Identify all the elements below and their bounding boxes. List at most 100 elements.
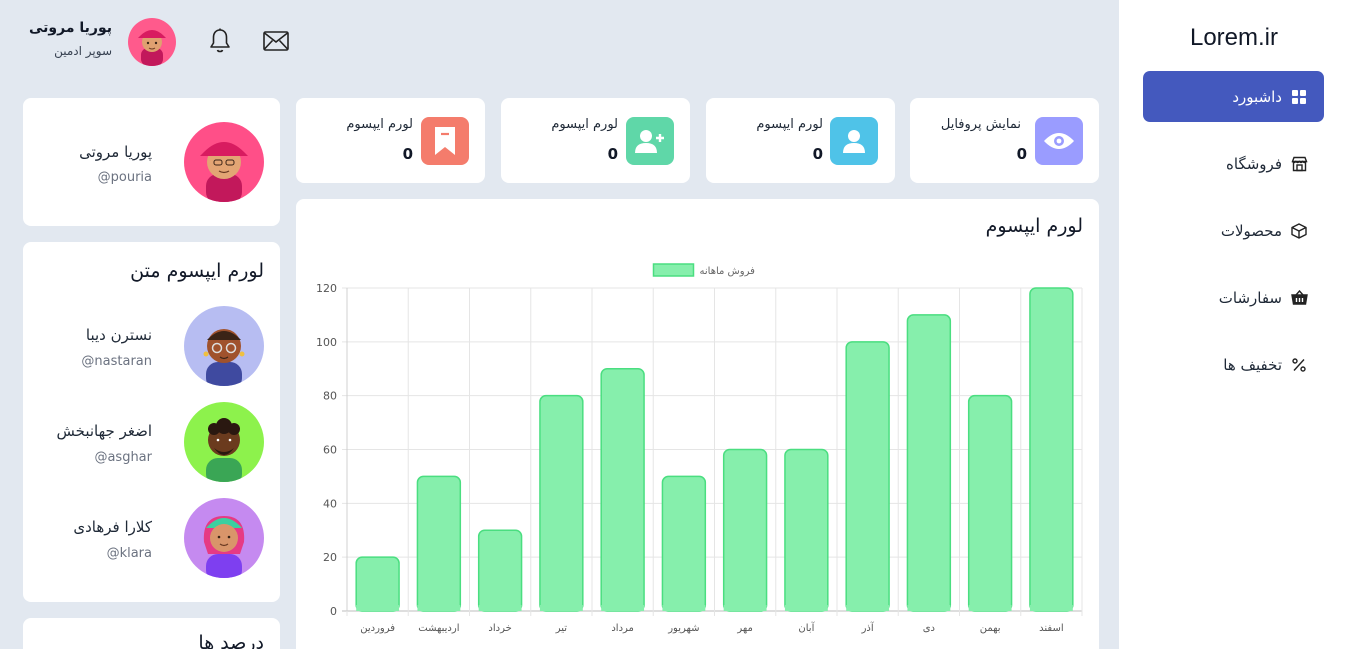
chart-bar-base (601, 605, 645, 611)
chart-bar (906, 314, 952, 612)
person-handle: @nastaran (81, 354, 152, 369)
chart-bar (845, 341, 890, 612)
x-tick-label: اسفند (1039, 623, 1063, 634)
person-name: اضغر جهانبخش (56, 422, 152, 440)
box-icon (1290, 222, 1308, 240)
profile-card: پوریا مروتی @pouria (23, 98, 280, 226)
legend-swatch (652, 263, 695, 277)
x-tick-label: آذر (861, 621, 875, 634)
sidebar-item-label: فروشگاه (1226, 154, 1282, 173)
stat-value: 0 (1016, 145, 1027, 163)
person-handle: @klara (106, 546, 152, 561)
percent-icon (1290, 356, 1308, 374)
stat-label: نمایش پروفایل (940, 117, 1021, 132)
percentages-card-title: درصد ها (198, 632, 264, 649)
sidebar-item-dashboard[interactable]: داشبورد (1143, 71, 1324, 122)
people-card-title: لورم ایپسوم متن (130, 260, 264, 282)
chart-card: لورم ایپسوم 0 20 40 60 80 100 120 فروردین اردیبه… (296, 199, 1099, 649)
x-tick-label: بهمن (980, 623, 1001, 634)
y-tick-label: 80 (323, 390, 337, 403)
chart-bar-base (417, 605, 461, 611)
stat-card-bookmarks[interactable]: لورم ایپسوم 0 (296, 98, 485, 183)
user-plus-icon (626, 117, 674, 165)
stat-label: لورم ایپسوم (551, 117, 618, 132)
x-tick-label: اردیبهشت (418, 623, 459, 634)
x-tick-label: دی (923, 623, 935, 634)
people-card: لورم ایپسوم متن نسترن دیبا @nastaran اضغ… (23, 242, 280, 602)
header-user-role: سوپر ادمین (54, 44, 112, 58)
chart-bar-base (723, 605, 767, 611)
chart-bar-base (356, 605, 400, 611)
chart-bar-base (662, 605, 706, 611)
sidebar-item-label: سفارشات (1218, 288, 1282, 307)
x-tick-label: مهر (736, 623, 752, 634)
sidebar-item-label: تخفیف ها (1223, 355, 1282, 374)
person-name: کلارا فرهادی (73, 518, 152, 536)
sidebar-item-discounts[interactable]: تخفیف ها (1143, 339, 1324, 390)
sidebar-item-products[interactable]: محصولات (1143, 205, 1324, 256)
y-tick-label: 120 (316, 282, 337, 295)
x-tick-label: آبان (798, 621, 815, 634)
store-icon (1290, 155, 1308, 173)
chart-bar (1029, 287, 1074, 612)
chart-bar-base (539, 605, 583, 611)
chart-bar (722, 448, 768, 612)
person-avatar[interactable] (184, 498, 264, 578)
x-tick-label: مرداد (611, 623, 634, 634)
stat-card-new-users[interactable]: لورم ایپسوم 0 (501, 98, 690, 183)
chart-bar (784, 448, 829, 612)
person-avatar[interactable] (184, 306, 264, 386)
sidebar-item-label: محصولات (1220, 221, 1282, 240)
sidebar-item-store[interactable]: فروشگاه (1143, 138, 1324, 189)
stat-card-users[interactable]: لورم ایپسوم 0 (706, 98, 895, 183)
person-name: نسترن دیبا (85, 326, 152, 344)
bell-icon[interactable] (206, 27, 234, 55)
x-tick-label: خرداد (488, 623, 511, 634)
basket-icon (1290, 289, 1308, 307)
chart-bar (416, 475, 462, 612)
bar-chart: 0 20 40 60 80 100 120 فروردین اردیبهشت خرداد تیر مر… (316, 263, 1083, 634)
stat-label: لورم ایپسوم (346, 117, 413, 132)
profile-handle: @pouria (97, 170, 152, 185)
x-tick-label: فروردین (360, 623, 395, 634)
chart-bar-base (846, 605, 890, 611)
y-tick-label: 60 (323, 444, 337, 457)
sidebar-item-label: داشبورد (1232, 87, 1282, 106)
stat-value: 0 (402, 145, 413, 163)
stat-value: 0 (812, 145, 823, 163)
chart-bar-base (478, 605, 522, 611)
sidebar: Lorem.ir داشبورد فروشگاه محصولات سفارشات… (1119, 0, 1349, 649)
chart-bar-base (784, 605, 828, 611)
stat-label: لورم ایپسوم (756, 117, 823, 132)
chart-bar (967, 394, 1013, 612)
y-tick-label: 0 (330, 605, 337, 618)
mail-icon[interactable] (262, 27, 290, 55)
bookmark-icon (421, 117, 469, 165)
y-tick-label: 100 (316, 336, 337, 349)
person-avatar[interactable] (184, 402, 264, 482)
legend-label: فروش ماهانه (700, 266, 756, 277)
eye-icon (1035, 117, 1083, 165)
chart-bar (661, 475, 707, 612)
x-tick-label: شهریور (667, 623, 699, 634)
chart-bar (477, 529, 523, 612)
person-handle: @asghar (94, 450, 152, 465)
grid-icon (1290, 88, 1308, 106)
brand-logo[interactable]: Lorem.ir (1119, 24, 1349, 52)
header-avatar[interactable] (128, 18, 176, 66)
chart-bar (600, 368, 645, 612)
x-tick-label: تیر (555, 623, 568, 634)
chart-bar-base (968, 605, 1012, 611)
sidebar-item-orders[interactable]: سفارشات (1143, 272, 1324, 323)
y-tick-label: 20 (323, 551, 337, 564)
user-icon (830, 117, 878, 165)
profile-name: پوریا مروتی (79, 143, 152, 161)
stat-card-profile-views[interactable]: نمایش پروفایل 0 (910, 98, 1099, 183)
y-tick-label: 40 (323, 497, 337, 510)
chart-bar (355, 556, 400, 612)
chart-bar (539, 394, 584, 612)
chart-bar-base (907, 605, 951, 611)
stat-value: 0 (607, 145, 618, 163)
percentages-card: درصد ها (23, 618, 280, 649)
profile-avatar (184, 122, 264, 202)
